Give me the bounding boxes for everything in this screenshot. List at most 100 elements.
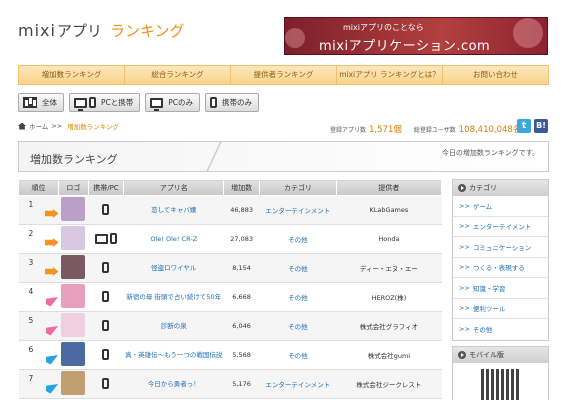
provider-name[interactable]: KLabGames	[370, 206, 409, 214]
increase-count: 5,176	[232, 380, 251, 388]
category-link[interactable]: その他	[288, 265, 308, 273]
app-name-link[interactable]: Ole! Ole! CR-Z	[150, 235, 197, 243]
category-label: その他	[472, 326, 493, 335]
ranking-table: 順位 ロゴ 携帯/PC アプリ名 増加数 カテゴリ 提供者 1 恋してキャバ嬢 4…	[18, 179, 443, 399]
app-name-link[interactable]: 新宿の母 街頭で占い続けて50年	[126, 293, 221, 301]
category-label: 知識・学習	[472, 284, 506, 293]
category-item[interactable]: >> 便利ツール	[453, 299, 548, 319]
phone-icon	[102, 348, 110, 360]
app-thumbnail[interactable]	[61, 342, 86, 366]
category-item[interactable]: >> ゲーム	[453, 196, 548, 217]
pc-phone-icon	[74, 97, 96, 111]
banner-line-1: mixiアプリのことなら	[343, 23, 424, 32]
app-name-link[interactable]: 怪盗ロワイヤル	[151, 264, 196, 272]
provider-name[interactable]: 株式会社グラフィオ	[360, 323, 418, 331]
device-filter-bar: 全体 PCと携帯 PCのみ 携帯のみ	[18, 93, 260, 112]
filter-label: 携帯のみ	[222, 98, 253, 107]
rank-up-icon	[44, 209, 59, 218]
hatena-bookmark-icon[interactable]: B!	[534, 119, 548, 133]
new-entry-icon	[43, 293, 60, 308]
category-label: コミュニケーション	[472, 243, 532, 252]
header-divider	[194, 141, 234, 172]
rank-number: 6	[28, 345, 34, 354]
category-link[interactable]: その他	[288, 323, 308, 331]
nav-item-increase-ranking[interactable]: 増加数ランキング	[19, 66, 125, 84]
increase-count: 6,668	[232, 293, 251, 301]
filter-all-button[interactable]: 全体	[18, 93, 64, 112]
mobile-title: モバイル版	[469, 351, 504, 359]
category-link[interactable]: その他	[288, 352, 308, 360]
nav-item-provider-ranking[interactable]: 提供者ランキング	[231, 66, 337, 84]
provider-name[interactable]: HEROZ(株)	[372, 294, 407, 302]
nav-item-overall-ranking[interactable]: 総合ランキング	[125, 66, 231, 84]
category-link[interactable]: エンターテインメント	[265, 207, 330, 215]
category-label: ゲーム	[472, 202, 493, 211]
mobile-header: モバイル版	[453, 347, 548, 363]
col-provider-header: 提供者	[335, 179, 443, 196]
category-item[interactable]: >> その他	[453, 319, 548, 340]
mobile-sidebar: モバイル版	[452, 346, 549, 400]
filter-pc-only-button[interactable]: PCのみ	[145, 93, 201, 112]
provider-name[interactable]: 株式会社gumi	[368, 352, 410, 360]
nav-item-contact[interactable]: お問い合わせ	[443, 66, 548, 84]
rank-number: 5	[28, 316, 34, 325]
category-link[interactable]: エンターテインメント	[265, 381, 330, 389]
table-row[interactable]: 5 診断の泉 6,046 その他 株式会社グラフィオ	[18, 311, 442, 341]
phone-icon	[102, 319, 110, 331]
nav-item-about[interactable]: mixiアプリ ランキングとは？	[337, 66, 443, 84]
category-header: カテゴリ	[453, 180, 548, 196]
category-item[interactable]: >> エンターテイメント	[453, 217, 548, 237]
app-thumbnail[interactable]	[61, 197, 86, 221]
provider-name[interactable]: 株式会社ジークレスト	[356, 381, 421, 389]
phone-icon	[102, 203, 110, 215]
ad-banner[interactable]: mixiアプリのことなら mixiアプリケーション.com	[284, 17, 548, 55]
increase-count: 27,083	[230, 235, 253, 243]
filter-label: PCのみ	[168, 98, 194, 107]
site-logo[interactable]: mixi アプリ ランキング	[18, 20, 185, 42]
breadcrumb-home[interactable]: ホーム	[29, 121, 48, 131]
app-thumbnail[interactable]	[61, 371, 86, 395]
table-row[interactable]: 4 新宿の母 街頭で占い続けて50年 6,668 その他 HEROZ(株)	[18, 282, 442, 312]
app-thumbnail[interactable]	[61, 313, 86, 337]
logo-brand: mixi	[18, 21, 56, 40]
site-stats: 登録アプリ数 1,571個 総登録ユーザ数 108,410,048名	[330, 123, 521, 135]
app-thumbnail[interactable]	[61, 284, 86, 308]
logo-brand-suffix: アプリ	[56, 22, 102, 40]
table-row[interactable]: 2 Ole! Ole! CR-Z 27,083 その他 Honda	[18, 224, 442, 254]
app-name-link[interactable]: 診断の泉	[161, 322, 187, 330]
category-label: 便利ツール	[472, 305, 506, 314]
qr-code[interactable]	[480, 369, 521, 400]
category-link[interactable]: その他	[288, 294, 308, 302]
table-row[interactable]: 3 怪盗ロワイヤル 8,154 その他 ディー・エヌ・エー	[18, 253, 442, 283]
banner-decoration	[285, 28, 305, 48]
filter-phone-only-button[interactable]: 携帯のみ	[205, 93, 260, 112]
table-row[interactable]: 6 真・英雄伝～もう一つの戦国伝説 5,568 その他 株式会社gumi	[18, 340, 442, 370]
increase-count: 6,046	[232, 322, 251, 330]
col-category-header: カテゴリ	[258, 179, 337, 196]
rank-number: 2	[28, 229, 34, 238]
filter-pc-phone-button[interactable]: PCと携帯	[69, 93, 141, 112]
category-item[interactable]: >> つくる・表現する	[453, 258, 548, 278]
col-rank-header: 順位	[18, 179, 59, 196]
apps-count-value: 1,571個	[369, 125, 402, 135]
twitter-icon[interactable]: t	[517, 119, 531, 133]
provider-name[interactable]: Honda	[378, 235, 399, 243]
app-name-link[interactable]: 今日から勇者っ！	[148, 380, 200, 388]
users-count-value: 108,410,048名	[458, 125, 522, 135]
category-link[interactable]: その他	[288, 236, 308, 244]
app-thumbnail[interactable]	[61, 255, 86, 279]
app-name-link[interactable]: 真・英雄伝～もう一つの戦国伝説	[125, 351, 222, 359]
category-item[interactable]: >> コミュニケーション	[453, 237, 548, 258]
category-title: カテゴリ	[469, 184, 497, 192]
table-row[interactable]: 7 今日から勇者っ！ 5,176 エンターテインメント 株式会社ジークレスト	[18, 369, 442, 399]
col-device-header: 携帯/PC	[87, 179, 125, 196]
app-thumbnail[interactable]	[61, 226, 86, 250]
col-app-header: アプリ名	[123, 179, 225, 196]
category-item[interactable]: >> 知識・学習	[453, 278, 548, 299]
breadcrumb-separator: >>	[51, 122, 63, 130]
table-row[interactable]: 1 恋してキャバ嬢 46,883 エンターテインメント KLabGames	[18, 195, 442, 225]
logo-accent: ランキング	[109, 22, 185, 40]
app-name-link[interactable]: 恋してキャバ嬢	[151, 206, 196, 214]
provider-name[interactable]: ディー・エヌ・エー	[360, 265, 418, 273]
item-prefix: >>	[459, 263, 470, 272]
